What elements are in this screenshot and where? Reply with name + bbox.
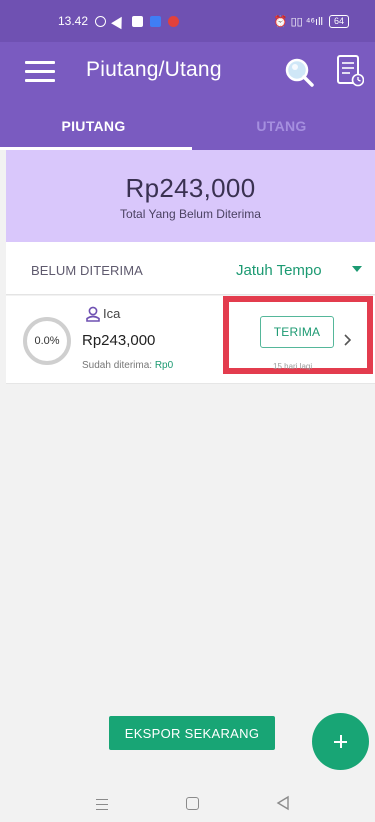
summary-card: Rp243,000 Total Yang Belum Diterima — [6, 150, 375, 242]
messenger-icon — [150, 15, 162, 27]
status-bar: 13.42 ⏰ ▯▯ ⁴⁶ıll 64 — [0, 0, 375, 42]
terima-button[interactable]: TERIMA — [260, 316, 334, 348]
sort-value: Jatuh Tempo — [236, 262, 322, 279]
app-bar: Piutang/Utang — [0, 42, 375, 102]
telegram-icon — [111, 13, 127, 29]
chevron-right-icon[interactable] — [344, 334, 351, 346]
client-name: Ica — [103, 306, 121, 321]
app-notification-icon — [168, 15, 180, 27]
battery-icon: 64 — [328, 14, 349, 28]
search-icon[interactable] — [284, 57, 314, 87]
plus-icon[interactable] — [312, 713, 369, 770]
filter-label: BELUM DITERIMA — [31, 263, 143, 278]
recent-apps-icon[interactable] — [96, 798, 108, 811]
status-right: ⏰ ▯▯ ⁴⁶ıll 64 — [273, 14, 349, 28]
progress-percent: 0.0% — [34, 335, 60, 347]
status-indicators: ⏰ ▯▯ ⁴⁶ıll — [273, 15, 323, 28]
total-amount: Rp243,000 — [125, 173, 256, 203]
item-amount: Rp243,000 — [82, 332, 156, 349]
due-text: 15 hari lagi — [273, 362, 313, 370]
page-title: Piutang/Utang — [86, 58, 222, 81]
sort-dropdown[interactable]: Jatuh Tempo — [234, 256, 370, 284]
tab-piutang[interactable]: PIUTANG — [0, 102, 187, 150]
screen: 13.42 ⏰ ▯▯ ⁴⁶ıll 64 Piutang/Utang PIUTAN… — [0, 0, 375, 822]
shop-icon — [132, 15, 144, 27]
person-icon — [86, 306, 100, 322]
tab-utang[interactable]: UTANG — [188, 102, 375, 150]
status-time: 13.42 — [58, 14, 89, 28]
received-value: Rp0 — [154, 360, 174, 371]
caret-down-icon — [352, 266, 362, 272]
back-icon[interactable] — [276, 795, 290, 811]
received-info: Sudah diterima: Rp0 — [82, 360, 173, 371]
export-button[interactable]: EKSPOR SEKARANG — [109, 716, 275, 750]
system-nav-bar — [0, 790, 375, 822]
received-label: Sudah diterima: — [82, 360, 155, 371]
list-item[interactable]: 0.0% Ica Rp243,000 Sudah diterima: Rp0 T… — [6, 296, 375, 384]
home-icon[interactable] — [186, 797, 199, 810]
filter-row: BELUM DITERIMA Jatuh Tempo — [6, 242, 375, 295]
total-caption: Total Yang Belum Diterima — [120, 207, 261, 221]
menu-icon[interactable] — [25, 60, 55, 82]
tab-bar: PIUTANG UTANG — [0, 102, 375, 150]
status-left: 13.42 — [58, 13, 180, 29]
whatsapp-icon — [95, 15, 107, 27]
report-icon[interactable] — [336, 55, 365, 87]
